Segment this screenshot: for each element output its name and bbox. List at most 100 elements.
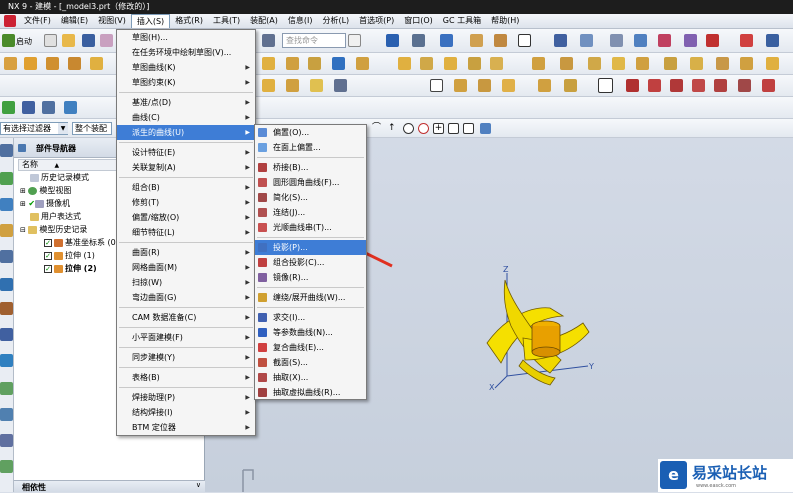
menu-item-14[interactable]: 偏置/缩放(O) ▶ [117,210,255,225]
expand-icon[interactable]: ⊞ [20,187,26,195]
menu-view[interactable]: 视图(V) [93,14,131,28]
submenu-item-6[interactable]: 连结(J)... [255,205,366,220]
menu-help[interactable]: 帮助(H) [486,14,524,28]
tree-item-history-mode[interactable]: 历史记录模式 [30,172,89,184]
snap-on-curve-icon[interactable] [448,123,459,134]
triangle-icon[interactable] [430,79,443,92]
menu-item-3[interactable]: 草图约束(K) ▶ [117,75,255,90]
edge-blend-icon[interactable] [444,57,457,70]
system-scenes-icon[interactable] [0,434,13,447]
studio-surface-icon[interactable] [454,79,467,92]
menu-edit[interactable]: 编辑(E) [56,14,93,28]
chevron-down-icon[interactable]: ▼ [58,123,68,134]
snap-end-icon[interactable]: ↑ [388,122,400,135]
point-icon[interactable] [598,78,613,93]
scissors-icon[interactable] [262,34,275,47]
measure-icon[interactable] [684,34,697,47]
tree-item-model-history[interactable]: ⊟ 模型历史记录 [20,224,87,236]
hole-icon[interactable] [68,57,81,70]
submenu-item-7[interactable]: 光顺曲线串(T)... [255,220,366,235]
menu-item-30[interactable]: 焊接助理(P) ▶ [117,390,255,405]
menu-item-15[interactable]: 细节特征(L) ▶ [117,225,255,240]
submenu-item-18[interactable]: 截面(S)... [255,355,366,370]
edge-display-icon[interactable] [470,34,483,47]
save-icon[interactable] [82,34,95,47]
menu-item-24[interactable]: 小平面建模(F) ▶ [117,330,255,345]
history-icon[interactable] [0,302,13,315]
snap-extra-icon[interactable] [480,123,491,134]
submenu-item-13[interactable]: 缠绕/展开曲线(W)... [255,290,366,305]
orient-icon[interactable] [554,34,567,47]
menu-insert[interactable]: 插入(S) [130,14,171,28]
start-icon[interactable] [2,34,15,47]
resize-face-icon[interactable] [766,57,779,70]
revolve-icon[interactable] [46,57,59,70]
styled-blend-icon[interactable] [564,79,577,92]
table-icon[interactable] [22,101,35,114]
submenu-item-5[interactable]: 简化(S)... [255,190,366,205]
swept-icon[interactable] [310,79,323,92]
submenu-item-3[interactable]: 桥接(B)... [255,160,366,175]
tree-item-model-views[interactable]: ⊞ 模型视图 [20,185,71,197]
menu-tools[interactable]: 工具(T) [208,14,245,28]
split-body-icon[interactable] [356,57,369,70]
surface-blend-icon[interactable] [538,79,551,92]
color-icon[interactable] [740,34,753,47]
tree-item-extrude-2[interactable]: ✓ 拉伸 (2) [44,263,97,275]
command-search-input[interactable]: 查找命令 [282,33,346,48]
line-icon[interactable] [626,79,639,92]
process-studio-icon[interactable] [0,354,13,367]
menu-item-20[interactable]: 弯边曲面(G) ▶ [117,290,255,305]
snap-quadrant-icon[interactable] [418,123,429,134]
sweep-surface-icon[interactable] [502,79,515,92]
menu-item-17[interactable]: 曲面(R) ▶ [117,245,255,260]
submenu-item-1[interactable]: 在面上偏置... [255,140,366,155]
menu-item-28[interactable]: 表格(B) ▶ [117,370,255,385]
tree-item-user-expressions[interactable]: 用户表达式 [30,211,81,223]
menu-item-19[interactable]: 扫掠(W) ▶ [117,275,255,290]
open-folder-icon[interactable] [62,34,75,47]
menu-format[interactable]: 格式(R) [170,14,208,28]
polygon-icon[interactable] [762,79,775,92]
curve-fillet-icon[interactable] [714,79,727,92]
menu-item-2[interactable]: 草图曲线(K) ▶ [117,60,255,75]
offset-face-icon[interactable] [560,57,573,70]
patch-icon[interactable] [664,57,677,70]
submenu-item-10[interactable]: 组合投影(C)... [255,255,366,270]
assembly-navigator-icon[interactable] [0,144,13,157]
unite-icon[interactable] [262,57,275,70]
menu-item-0[interactable]: 草图(H)... [117,30,255,45]
ruled-icon[interactable] [286,79,299,92]
web-browser-icon[interactable] [0,278,13,291]
rotate-icon[interactable] [580,34,593,47]
search-icon[interactable] [348,34,361,47]
menu-assembly[interactable]: 装配(A) [245,14,283,28]
submenu-item-11[interactable]: 镜像(R)... [255,270,366,285]
part-navigator-icon[interactable] [0,198,13,211]
mirror-feature-icon[interactable] [420,57,433,70]
delete-face-icon[interactable] [740,57,753,70]
grid-icon[interactable] [766,34,779,47]
zoom-icon[interactable] [412,34,425,47]
menu-item-12[interactable]: 组合(B) ▶ [117,180,255,195]
scale-icon[interactable] [588,57,601,70]
system-materials-icon[interactable] [0,328,13,341]
chevron-down-icon[interactable]: ∨ [196,481,201,489]
four-point-icon[interactable] [478,79,491,92]
fit-view-icon[interactable] [386,34,399,47]
spline-icon[interactable] [670,79,683,92]
check-icon[interactable] [2,101,15,114]
sew-icon[interactable] [636,57,649,70]
menu-item-5[interactable]: 基准/点(D) ▶ [117,95,255,110]
hd3d-icon[interactable] [0,250,13,263]
menu-item-10[interactable]: 关联复制(A) ▶ [117,160,255,175]
tree-item-extrude-1[interactable]: ✓ 拉伸 (1) [44,250,95,262]
menu-item-1[interactable]: 在任务环境中绘制草图(V)... [117,45,255,60]
new-file-icon[interactable] [44,34,57,47]
menu-file[interactable]: 文件(F) [19,14,56,28]
menu-item-32[interactable]: BTM 定位器 ▶ [117,420,255,435]
shaded-cube-icon[interactable] [440,34,453,47]
snap-center-icon[interactable] [403,123,414,134]
curve-rule-icon[interactable]: ⌒ [372,122,384,135]
clipboard-icon[interactable] [100,34,113,47]
